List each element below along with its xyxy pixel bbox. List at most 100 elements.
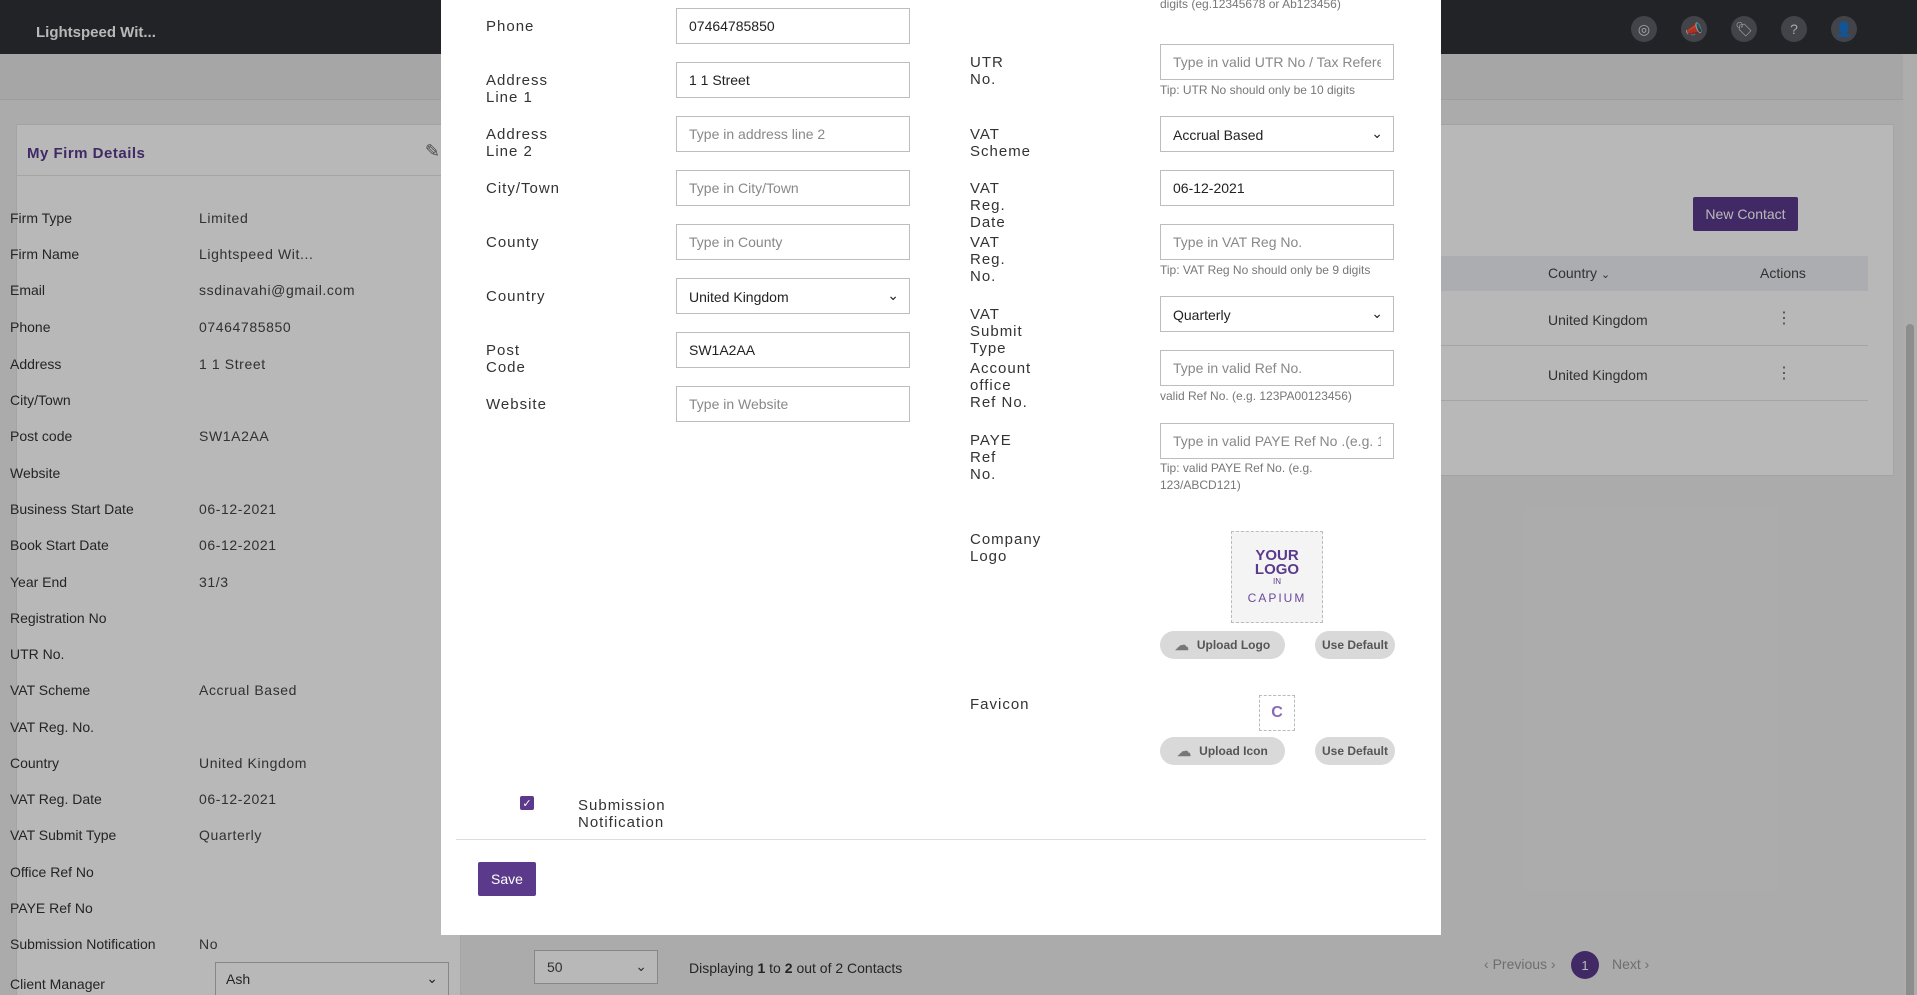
next-page-link[interactable]: Next › — [1612, 956, 1649, 972]
firm-name-header: Lightspeed Wit... — [36, 24, 156, 41]
vat-reg-no-tip: Tip: VAT Reg No should only be 9 digits — [1160, 263, 1371, 277]
row-country: United Kingdom — [1548, 312, 1648, 328]
top-bar-icons: ◎ 📣 🏷 ? 👤 — [1631, 16, 1857, 42]
company-logo-preview: YOUR LOGO IN CAPIUM — [1231, 531, 1323, 623]
firm-detail-label: City/Town — [10, 392, 71, 408]
cloud-upload-icon: ☁ — [1174, 636, 1189, 653]
firm-detail-value: ssdinavahi@gmail.com — [199, 282, 356, 298]
vat-submit-select[interactable]: Quarterly ⌄ — [1160, 296, 1394, 332]
submission-notification-checkbox[interactable]: ✓ — [520, 796, 534, 810]
favicon-label: Favicon — [970, 696, 1030, 713]
vat-scheme-select[interactable]: Accrual Based ⌄ — [1160, 116, 1394, 152]
use-default-logo-button[interactable]: Use Default — [1315, 631, 1395, 659]
field-label: City/Town — [486, 180, 561, 197]
user-icon[interactable]: 👤 — [1831, 16, 1857, 42]
firm-detail-label: VAT Scheme — [10, 682, 91, 698]
registration-tip: digits (eg.12345678 or Ab123456) — [1160, 0, 1341, 11]
save-button[interactable]: Save — [478, 862, 536, 896]
use-default-icon-button[interactable]: Use Default — [1315, 737, 1395, 765]
firm-detail-value: 07464785850 — [199, 319, 292, 335]
city-town-input[interactable] — [676, 170, 910, 206]
megaphone-icon[interactable]: 📣 — [1681, 16, 1707, 42]
firm-detail-label: Firm Name — [10, 246, 80, 262]
row-actions-icon[interactable]: ⋮ — [1776, 308, 1792, 328]
field-label: Phone — [486, 18, 535, 35]
firm-detail-value: United Kingdom — [199, 755, 308, 771]
paye-input[interactable] — [1160, 423, 1394, 459]
field-label: Country — [486, 288, 546, 305]
county-input[interactable] — [676, 224, 910, 260]
help-icon[interactable]: ? — [1781, 16, 1807, 42]
ticket-icon[interactable]: 🏷 — [1731, 16, 1757, 42]
upload-logo-button[interactable]: ☁ Upload Logo — [1160, 631, 1285, 659]
firm-detail-value: 06-12-2021 — [199, 537, 277, 553]
vat-reg-no-label: VAT Reg. No. — [970, 234, 1006, 285]
firm-detail-value: SW1A2AA — [199, 428, 270, 444]
country-select[interactable]: United Kingdom ⌄ — [676, 278, 910, 314]
chevron-down-icon: ⌄ — [426, 970, 438, 986]
col-header-actions: Actions — [1760, 265, 1806, 281]
account-office-tip: valid Ref No. (e.g. 123PA00123456) — [1160, 389, 1352, 403]
firm-detail-label: Office Ref No — [10, 864, 94, 880]
vat-scheme-label: VAT Scheme — [970, 126, 1032, 160]
vat-reg-no-input[interactable] — [1160, 224, 1394, 260]
logo-circle-icon[interactable]: ◎ — [1631, 16, 1657, 42]
previous-page-link[interactable]: ‹ Previous › — [1484, 956, 1556, 972]
company-logo-label: Company Logo — [970, 531, 1042, 565]
utr-tip: Tip: UTR No should only be 10 digits — [1160, 83, 1355, 97]
row-actions-icon[interactable]: ⋮ — [1776, 363, 1792, 383]
field-label: Address Line 2 — [486, 126, 549, 160]
firm-detail-label: VAT Reg. No. — [10, 719, 95, 735]
firm-detail-label: Book Start Date — [10, 537, 109, 553]
firm-detail-value: 06-12-2021 — [199, 501, 277, 517]
cloud-upload-icon: ☁ — [1177, 742, 1192, 759]
new-contact-button[interactable]: New Contact — [1693, 197, 1798, 231]
scrollbar-thumb[interactable] — [1906, 324, 1914, 995]
address-line-1-input[interactable] — [676, 62, 910, 98]
firm-detail-value: 1 1 Street — [199, 356, 266, 372]
firm-detail-value: 06-12-2021 — [199, 791, 277, 807]
firm-detail-value: No — [199, 936, 219, 952]
firm-detail-value: Quarterly — [199, 827, 262, 843]
firm-detail-label: Client Manager — [10, 976, 105, 992]
utr-input[interactable] — [1160, 44, 1394, 80]
scrollbar[interactable] — [1903, 54, 1917, 995]
vat-scheme-value: Accrual Based — [1173, 127, 1264, 143]
paye-label: PAYE Ref No. — [970, 432, 1012, 483]
firm-detail-label: VAT Submit Type — [10, 827, 117, 843]
page-number-button[interactable]: 1 — [1571, 951, 1599, 979]
chevron-down-icon: ⌄ — [635, 958, 647, 974]
page-size-value: 50 — [547, 959, 563, 975]
client-manager-select[interactable]: Ash ⌄ — [215, 962, 449, 995]
vat-submit-label: VAT Submit Type — [970, 306, 1023, 357]
field-label: Post Code — [486, 342, 526, 376]
favicon-preview: C — [1259, 695, 1295, 731]
col-header-country[interactable]: Country ⌄ — [1548, 265, 1610, 281]
sort-chevron-icon: ⌄ — [1600, 269, 1611, 281]
utr-label: UTR No. — [970, 54, 1004, 88]
upload-icon-button[interactable]: ☁ Upload Icon — [1160, 737, 1285, 765]
address-line-2-input[interactable] — [676, 116, 910, 152]
firm-detail-label: Website — [10, 465, 61, 481]
field-label: County — [486, 234, 540, 251]
vat-reg-date-input[interactable] — [1160, 170, 1394, 206]
post-code-input[interactable] — [676, 332, 910, 368]
firm-detail-label: Business Start Date — [10, 501, 134, 517]
phone-input[interactable] — [676, 8, 910, 44]
account-office-input[interactable] — [1160, 350, 1394, 386]
firm-detail-value: 31/3 — [199, 574, 229, 590]
firm-detail-label: Country — [10, 755, 60, 771]
chevron-down-icon: ⌄ — [1371, 125, 1383, 141]
firm-detail-value: Accrual Based — [199, 682, 298, 698]
website-input[interactable] — [676, 386, 910, 422]
page-size-select[interactable]: 50 ⌄ — [534, 950, 658, 984]
divider — [17, 175, 460, 176]
row-country: United Kingdom — [1548, 367, 1648, 383]
firm-detail-value: Lightspeed Wit... — [199, 246, 314, 262]
firm-detail-label: Registration No — [10, 610, 107, 626]
firm-detail-label: PAYE Ref No — [10, 900, 93, 916]
chevron-down-icon: ⌄ — [1371, 305, 1383, 321]
edit-icon[interactable]: ✎ — [425, 141, 440, 162]
vat-reg-date-label: VAT Reg. Date — [970, 180, 1006, 231]
client-manager-value: Ash — [226, 971, 251, 987]
